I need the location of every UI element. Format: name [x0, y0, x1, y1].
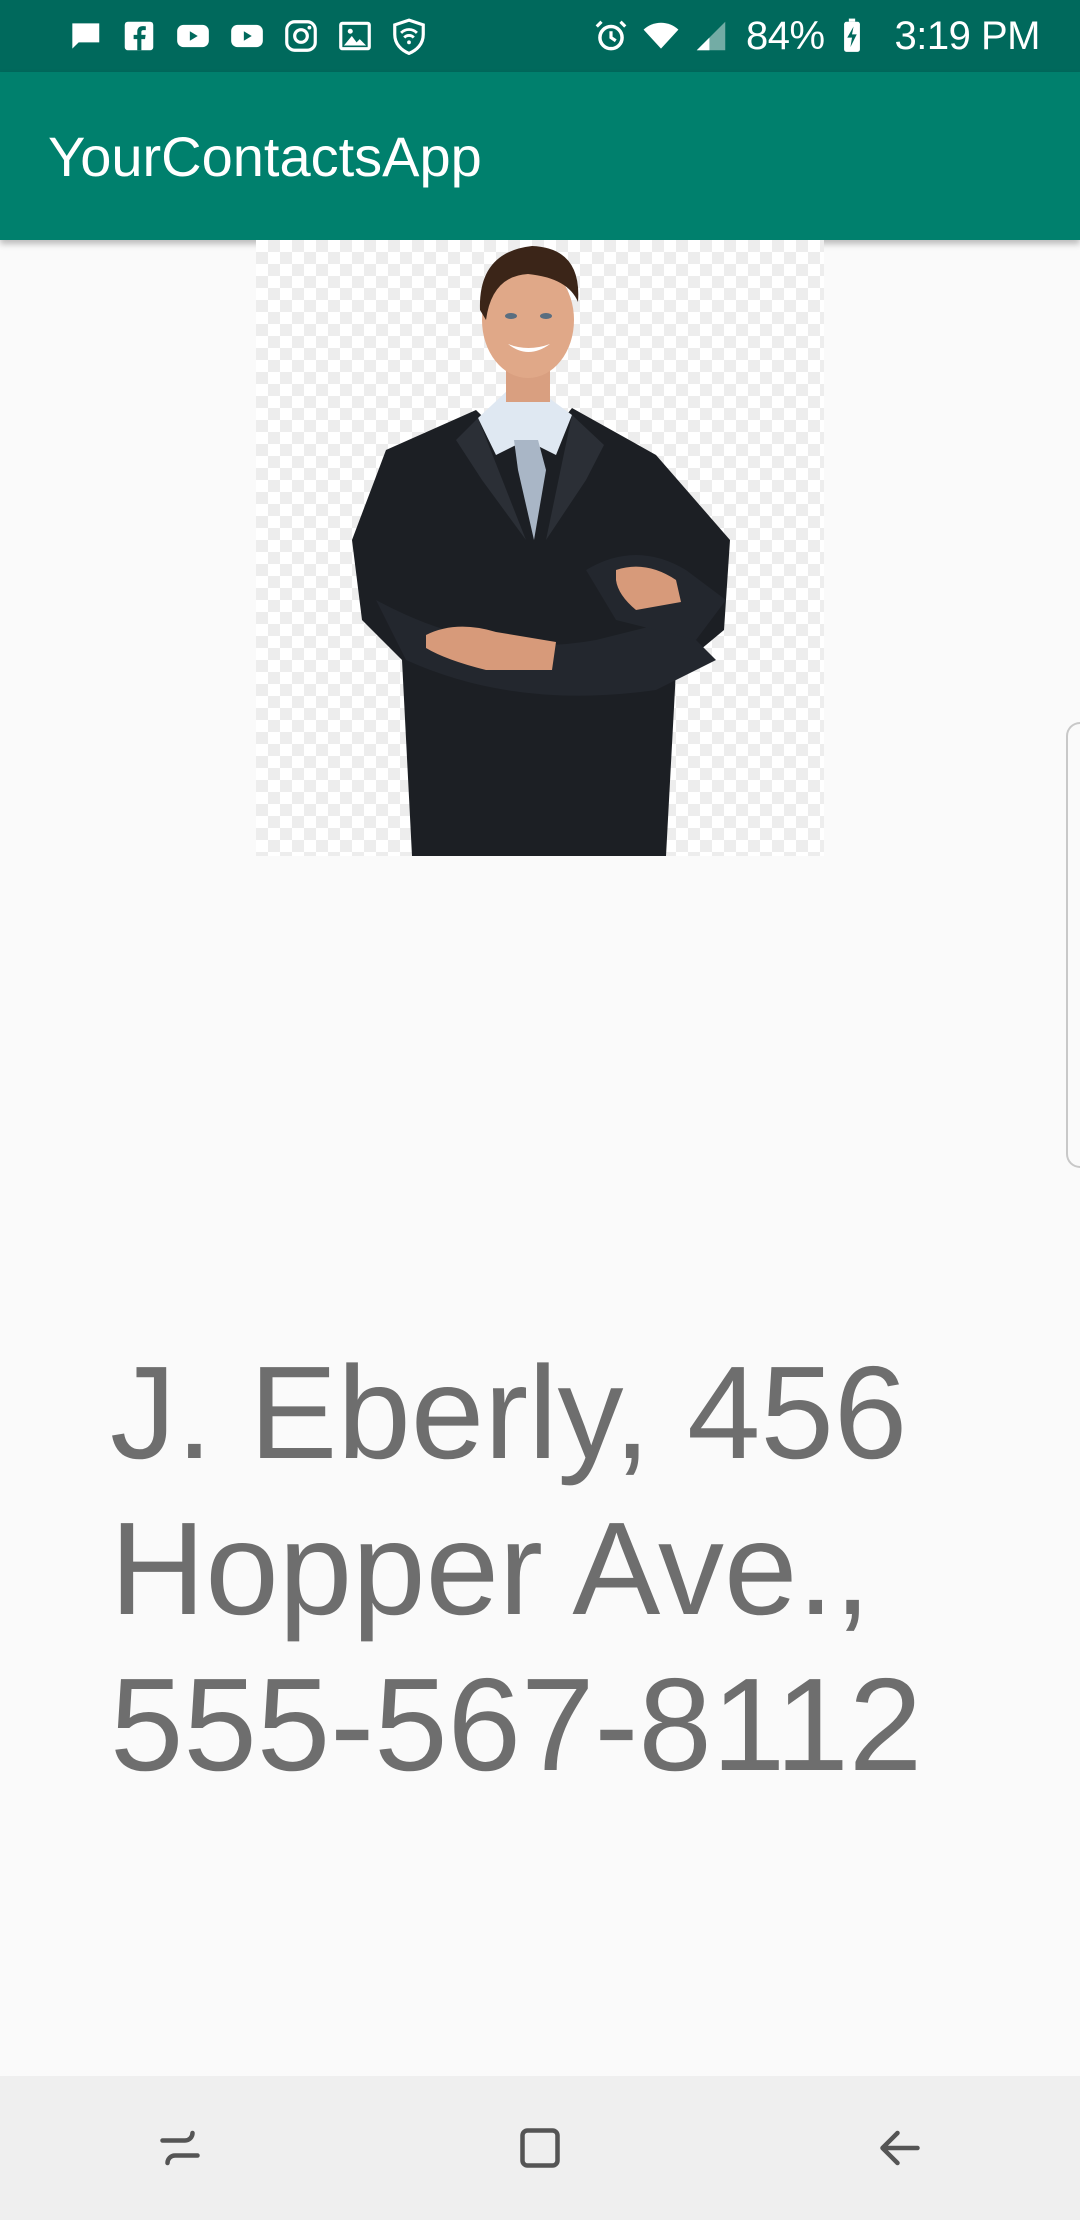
- recent-apps-icon: [160, 2130, 200, 2166]
- youtube-icon: [226, 15, 268, 57]
- clock: 3:19 PM: [894, 13, 1041, 58]
- instagram-icon: [280, 15, 322, 57]
- contact-photo-illustration: [352, 246, 730, 856]
- edge-panel-handle[interactable]: [1066, 722, 1080, 1168]
- message-icon: [64, 15, 106, 57]
- status-bar: 84% 3:19 PM: [0, 0, 1080, 72]
- wifi-shield-icon: [388, 15, 430, 57]
- gallery-icon: [334, 15, 376, 57]
- facebook-icon: [118, 15, 160, 57]
- battery-charging-icon: [831, 15, 873, 57]
- alarm-icon: [590, 15, 632, 57]
- signal-icon: [690, 15, 732, 57]
- wifi-icon: [640, 15, 682, 57]
- notification-icons: [64, 15, 442, 57]
- app-bar: YourContactsApp: [0, 72, 1080, 240]
- contact-details: J. Eberly, 456 Hopper Ave., 555-567-8112: [110, 1339, 923, 1798]
- navigation-bar: [0, 2076, 1080, 2220]
- back-icon: [880, 2130, 920, 2166]
- back-button[interactable]: [860, 2108, 940, 2188]
- home-button[interactable]: [500, 2108, 580, 2188]
- youtube-icon: [172, 15, 214, 57]
- contact-photo: [256, 240, 824, 856]
- recent-apps-button[interactable]: [140, 2108, 220, 2188]
- battery-percent: 84%: [745, 13, 825, 58]
- app-title: YourContactsApp: [48, 124, 482, 188]
- system-status: 84% 3:19 PM: [590, 13, 1041, 59]
- home-icon: [520, 2128, 560, 2168]
